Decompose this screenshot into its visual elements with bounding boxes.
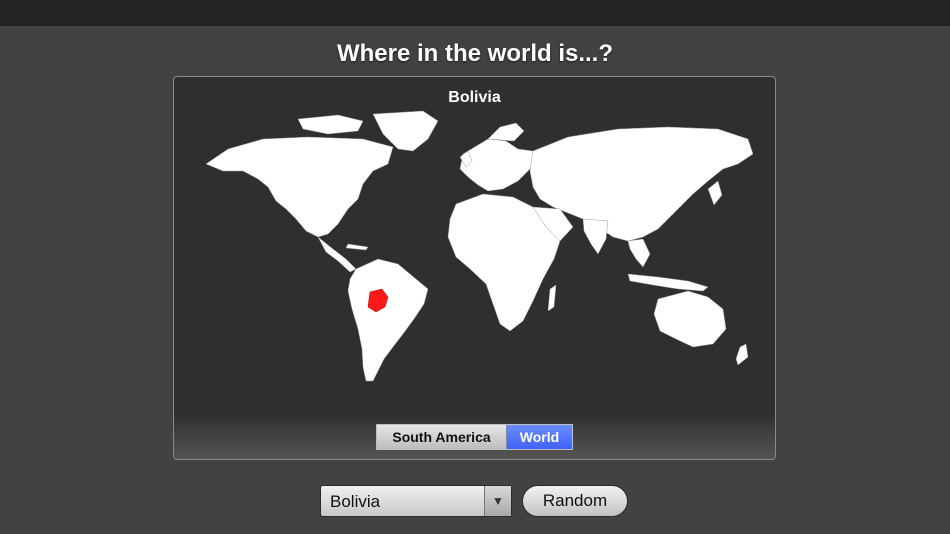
country-select[interactable]: Bolivia ▼	[320, 485, 512, 517]
india	[582, 218, 609, 255]
north-america	[205, 136, 394, 238]
segment-world[interactable]: World	[507, 425, 572, 449]
madagascar	[547, 284, 557, 312]
japan	[707, 180, 723, 206]
random-button[interactable]: Random	[522, 485, 628, 517]
caribbean	[345, 243, 369, 251]
top-bar	[0, 0, 950, 26]
europe	[459, 138, 539, 192]
arctic-islands	[297, 114, 364, 135]
central-america	[317, 236, 357, 273]
page-title: Where in the world is...?	[336, 40, 614, 67]
indonesia	[627, 273, 709, 292]
scandinavia	[487, 122, 525, 142]
world-map	[205, 110, 754, 382]
segment-south-america[interactable]: South America	[377, 425, 507, 449]
country-title: Bolivia	[448, 89, 501, 106]
southeast-asia	[627, 238, 651, 268]
south-america	[347, 258, 429, 382]
region-segmented-control: South America World	[376, 424, 573, 450]
chevron-down-icon[interactable]: ▼	[484, 486, 511, 516]
map-panel: Bolivia South America World	[173, 76, 776, 460]
country-select-value: Bolivia	[330, 492, 381, 511]
australia	[653, 290, 727, 348]
new-zealand	[735, 343, 749, 366]
